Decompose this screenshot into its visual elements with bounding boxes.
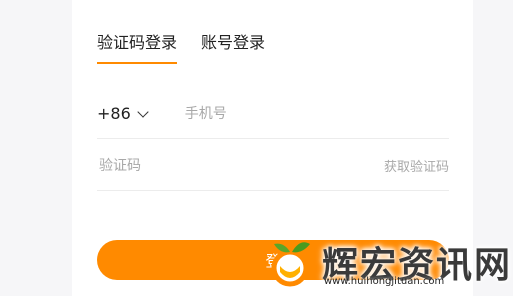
country-code-label: +86 [97, 104, 131, 123]
tab-sms-login[interactable]: 验证码登录 [97, 32, 178, 64]
watermark-url: www.huihongjituan.com [324, 276, 445, 287]
code-row: 获取验证码 [97, 141, 449, 191]
country-code-select[interactable]: +86 [97, 104, 149, 123]
get-code-button[interactable]: 获取验证码 [384, 156, 449, 175]
phone-input[interactable] [182, 104, 387, 123]
orange-logo-icon [271, 242, 310, 287]
chevron-down-icon [137, 105, 149, 118]
tab-account-login[interactable]: 账号登录 [201, 32, 265, 64]
verification-code-input[interactable] [97, 156, 321, 175]
page: 验证码登录 账号登录 +86 获取验证码 登 辉宏资讯网 www.h [0, 0, 513, 296]
phone-row: +86 [97, 89, 449, 139]
watermark: 辉宏资讯网 www.huihongjituan.com [262, 232, 513, 296]
login-tabs: 验证码登录 账号登录 [97, 32, 265, 64]
